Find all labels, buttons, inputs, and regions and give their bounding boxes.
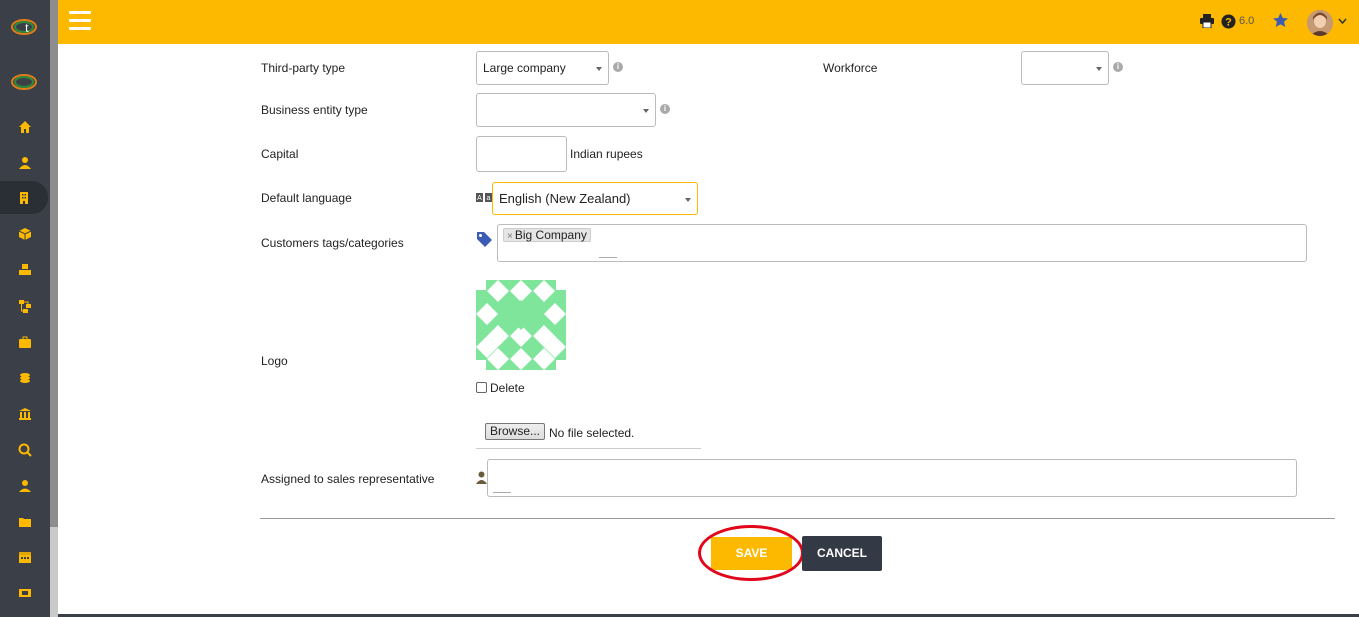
default-language-value: English (New Zealand) [499,191,631,206]
version-label: 6.0 [1239,15,1255,27]
sitemap-icon[interactable] [0,289,50,322]
cancel-button[interactable]: CANCEL [802,536,882,571]
building-icon[interactable] [0,181,48,214]
star-icon[interactable] [1272,12,1289,29]
caret-icon[interactable] [1338,18,1347,24]
customer-tags-label: Customers tags/categories [261,236,404,250]
app-logo[interactable]: t [11,17,37,37]
tag-icon [477,232,492,247]
capital-input[interactable] [476,136,567,172]
coins-icon[interactable] [0,361,50,394]
logo-image [476,280,566,370]
home-icon[interactable] [0,110,50,143]
info-icon[interactable]: i [1113,62,1123,72]
default-language-select[interactable]: English (New Zealand) [492,182,698,215]
chevron-down-icon [643,109,649,113]
svg-text:t: t [25,21,29,36]
tag-chip-label: Big Company [514,228,587,242]
print-icon[interactable] [1199,14,1215,28]
user-icon[interactable] [0,146,50,179]
customer-tags-input[interactable] [497,224,1307,262]
file-field-underline [476,448,701,449]
browse-button[interactable]: Browse... [485,423,545,440]
workforce-select[interactable] [1021,51,1109,85]
menu-icon[interactable] [69,11,91,30]
form-divider [260,518,1335,519]
language-icon: A a [476,193,492,202]
workforce-label: Workforce [823,61,878,75]
sales-rep-input-cursor [493,492,511,493]
sidebar-scrollbar-thumb[interactable] [50,0,58,527]
info-icon[interactable]: i [613,62,623,72]
third-party-type-value: Large company [483,61,566,75]
business-entity-type-select[interactable] [476,93,656,127]
save-highlight-ring [698,525,804,581]
calendar-icon[interactable] [0,540,50,573]
third-party-type-label: Third-party type [261,61,346,75]
app-logo-secondary[interactable] [11,72,37,92]
ticket-icon[interactable] [0,576,50,609]
user-icon [476,471,487,484]
info-icon[interactable]: i [660,104,670,114]
sales-rep-label: Assigned to sales representative [261,472,435,486]
delete-logo-checkbox[interactable] [476,382,487,393]
sales-rep-input[interactable] [487,459,1297,497]
file-status: No file selected. [549,426,635,440]
logo-label: Logo [261,354,288,368]
remove-tag-icon[interactable]: × [507,231,513,242]
folder-icon[interactable] [0,505,50,538]
sidebar: t [0,0,50,617]
search-dollar-icon[interactable] [0,433,50,466]
svg-text:?: ? [1225,17,1232,29]
tag-input-cursor [599,257,617,258]
user-tie-icon[interactable] [0,469,50,502]
capital-label: Capital [261,147,299,161]
chevron-down-icon [685,198,691,202]
chevron-down-icon [1096,67,1102,71]
avatar[interactable] [1307,10,1333,36]
capital-unit: Indian rupees [570,147,643,161]
box-icon[interactable] [0,217,50,250]
chevron-down-icon [596,67,602,71]
sidebar-scrollbar[interactable] [50,0,58,617]
delete-logo-label: Delete [490,381,525,395]
briefcase-icon[interactable] [0,325,50,358]
svg-text:A: A [477,195,482,202]
svg-text:a: a [487,195,491,202]
cubes-icon[interactable] [0,253,50,286]
help-icon[interactable]: ? [1221,14,1236,29]
business-entity-type-label: Business entity type [261,103,368,117]
top-bar: ? 6.0 [58,0,1359,44]
third-party-type-select[interactable]: Large company [476,51,609,85]
tag-chip[interactable]: × Big Company [503,228,591,242]
bank-icon[interactable] [0,397,50,430]
default-language-label: Default language [261,191,352,205]
